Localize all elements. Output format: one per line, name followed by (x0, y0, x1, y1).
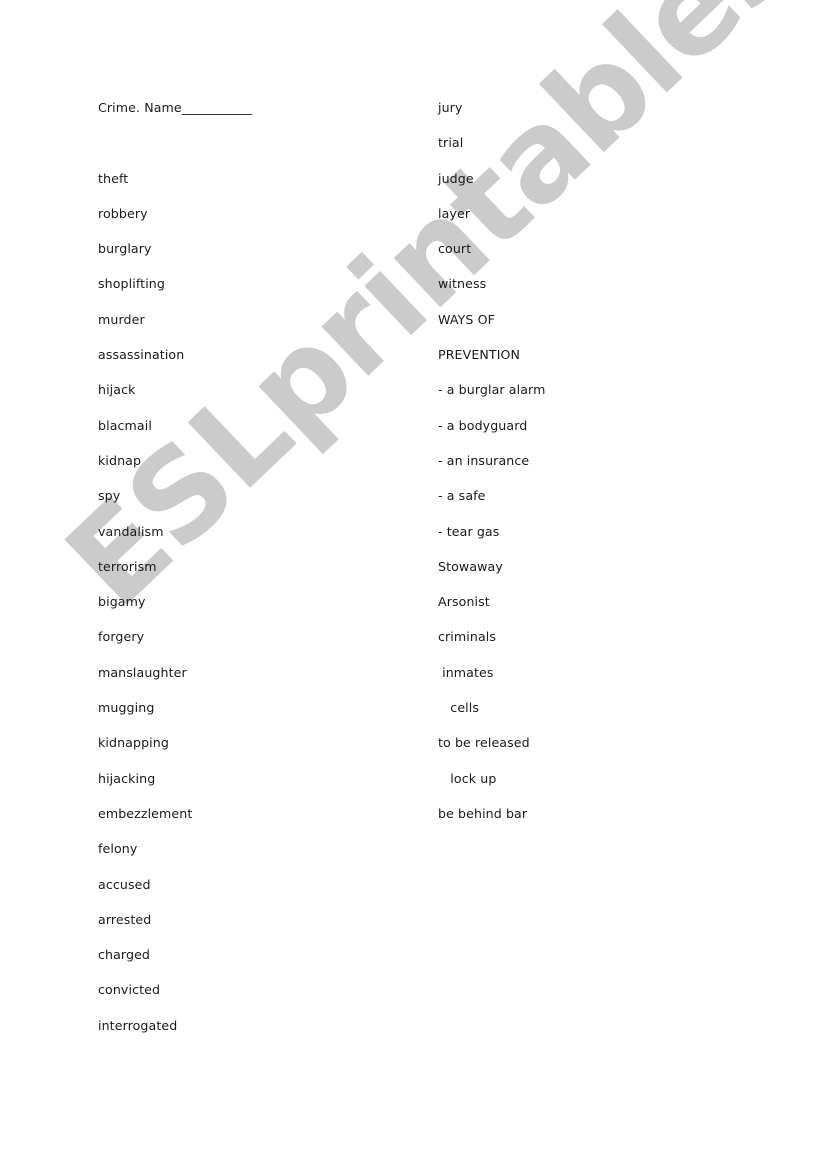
vocabulary-item: forgery (98, 629, 145, 645)
vocabulary-item: bigamy (98, 594, 146, 610)
vocabulary-item: layer (438, 205, 471, 221)
vocabulary-item: vandalism (98, 523, 164, 539)
vocabulary-item: lock up (438, 770, 497, 786)
vocabulary-item: WAYS OF (438, 311, 495, 327)
vocabulary-item: embezzlement (98, 805, 193, 821)
vocabulary-item: court (438, 241, 472, 257)
vocabulary-item: spy (98, 488, 121, 504)
left-column: Crime. Name___________ theft robbery burgl… (98, 99, 252, 1052)
vocabulary-item (98, 134, 252, 169)
vocabulary-item: mugging (98, 700, 155, 716)
right-column: jury trial judge layer court witness WAYS OF PR… (438, 99, 545, 840)
vocabulary-item: burglary (98, 241, 152, 257)
vocabulary-item: - a burglar alarm (438, 382, 546, 398)
vocabulary-item: be behind bar (438, 805, 528, 821)
vocabulary-item: felony (98, 841, 138, 857)
vocabulary-item: theft (98, 170, 129, 186)
vocabulary-item: kidnap (98, 452, 142, 468)
vocabulary-item: trial (438, 135, 464, 151)
vocabulary-item: accused (98, 876, 151, 892)
vocabulary-item: blacmail (98, 417, 152, 433)
vocabulary-item: - tear gas (438, 523, 500, 539)
vocabulary-item: witness (438, 276, 487, 292)
vocabulary-item: to be released (438, 735, 530, 751)
vocabulary-item: kidnapping (98, 735, 169, 751)
vocabulary-item: Stowaway (438, 558, 503, 574)
vocabulary-item: terrorism (98, 558, 157, 574)
vocabulary-item: manslaughter (98, 664, 187, 680)
vocabulary-item: judge (438, 170, 474, 186)
vocabulary-item: cells (438, 700, 480, 716)
vocabulary-item: hijacking (98, 770, 156, 786)
vocabulary-item: interrogated (98, 1017, 178, 1033)
vocabulary-item: shoplifting (98, 276, 165, 292)
vocabulary-item: convicted (98, 982, 161, 998)
vocabulary-item: charged (98, 947, 151, 963)
vocabulary-item: hijack (98, 382, 136, 398)
vocabulary-item: PREVENTION (438, 347, 521, 363)
vocabulary-item: jury (438, 100, 463, 115)
document-title: Crime. Name___________ (98, 100, 253, 115)
vocabulary-item: arrested (98, 911, 152, 927)
vocabulary-item: murder (98, 311, 145, 327)
vocabulary-item: Arsonist (438, 594, 490, 610)
vocabulary-item: assassination (98, 347, 185, 363)
vocabulary-item: - an insurance (438, 452, 530, 468)
vocabulary-item: criminals (438, 629, 497, 645)
vocabulary-item: inmates (438, 664, 494, 680)
vocabulary-item: - a safe (438, 488, 486, 504)
vocabulary-item: robbery (98, 205, 148, 221)
vocabulary-item: - a bodyguard (438, 417, 528, 433)
